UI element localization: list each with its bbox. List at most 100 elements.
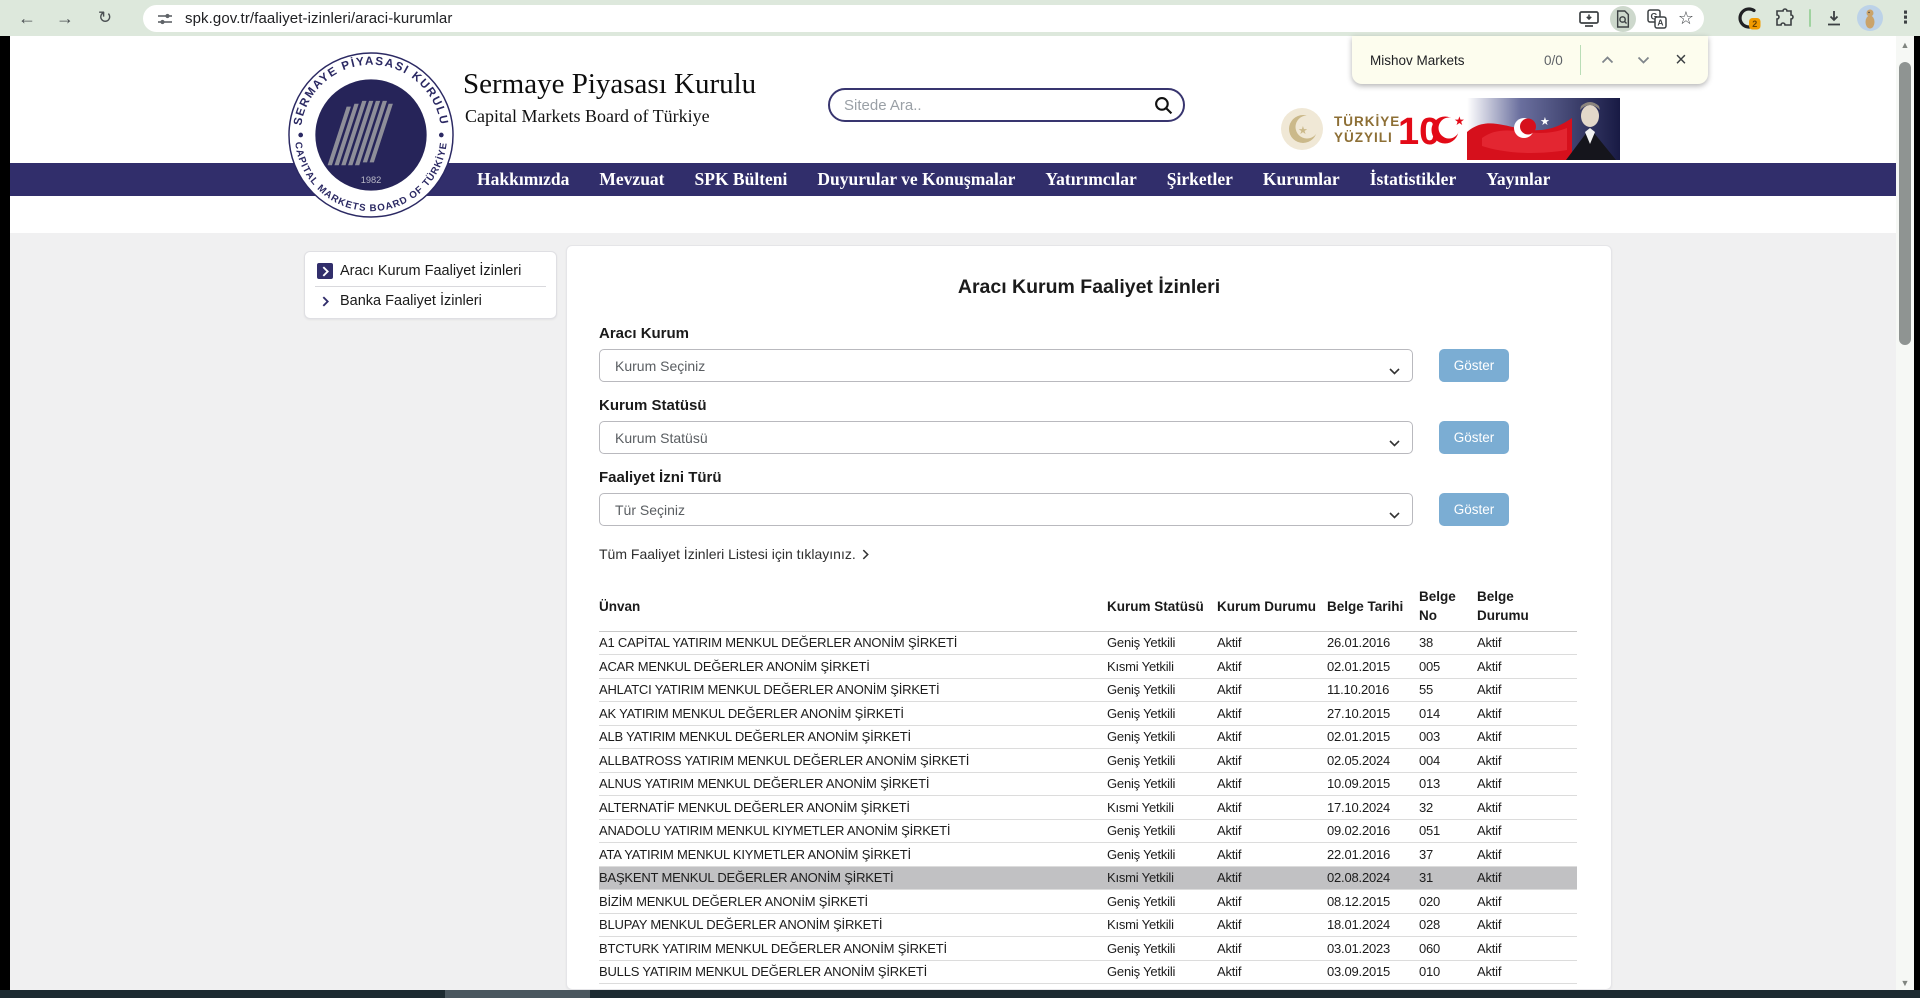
site-search-input[interactable]	[844, 97, 1134, 114]
table-cell: Aktif	[1217, 655, 1327, 679]
screen-edge-left	[0, 36, 10, 998]
find-in-page-icon[interactable]	[1610, 6, 1636, 32]
table-row[interactable]: BTCTURK YATIRIM MENKUL DEĞERLER ANONİM Ş…	[599, 937, 1577, 961]
nav-item[interactable]: Şirketler	[1167, 169, 1233, 190]
nav-item[interactable]: Yatırımcılar	[1045, 169, 1136, 190]
back-icon[interactable]: ←	[12, 0, 42, 36]
forward-icon[interactable]: →	[50, 0, 80, 36]
sidebar-item-banka[interactable]: Banka Faaliyet İzinleri	[315, 287, 546, 316]
centenary-banner: ★ ★ TÜRKİYE YÜZYILI 10 ★	[1272, 98, 1620, 160]
goster-button-3[interactable]: Göster	[1439, 493, 1509, 526]
table-row[interactable]: ANADOLU YATIRIM MENKUL KIYMETLER ANONİM …	[599, 819, 1577, 843]
table-row[interactable]: ALTERNATİF MENKUL DEĞERLER ANONİM ŞİRKET…	[599, 796, 1577, 820]
svg-text:★: ★	[1298, 125, 1308, 137]
nav-item[interactable]: İstatistikler	[1370, 169, 1457, 190]
site-subtitle: Capital Markets Board of Türkiye	[465, 106, 710, 127]
faaliyet-izni-turu-select[interactable]: Tür Seçiniz	[599, 493, 1413, 526]
table-cell: 09.02.2016	[1327, 819, 1419, 843]
address-bar[interactable]: spk.gov.tr/faaliyet-izinleri/araci-kurum…	[143, 5, 1704, 32]
find-input[interactable]: Mishov Markets	[1370, 53, 1465, 68]
nav-item[interactable]: Duyurular ve Konuşmalar	[817, 169, 1015, 190]
column-header: Belge Durumu	[1477, 584, 1577, 631]
vertical-scrollbar[interactable]: ▲ ▼	[1896, 36, 1914, 990]
url-text[interactable]: spk.gov.tr/faaliyet-izinleri/araci-kurum…	[185, 10, 452, 27]
table-cell: 31	[1419, 866, 1477, 890]
menu-dots-icon[interactable]: ⋮	[1897, 8, 1914, 28]
reload-icon[interactable]: ↻	[90, 0, 120, 36]
extensions-puzzle-icon[interactable]	[1775, 8, 1795, 28]
profile-avatar[interactable]	[1857, 5, 1883, 31]
table-cell: BAŞKENT MENKUL DEĞERLER ANONİM ŞİRKETİ	[599, 866, 1107, 890]
table-cell: Geniş Yetkili	[1107, 843, 1217, 867]
nav-item[interactable]: Kurumlar	[1263, 169, 1340, 190]
table-cell: Aktif	[1477, 843, 1577, 867]
site-search-box[interactable]	[828, 88, 1185, 122]
nav-item[interactable]: Hakkımızda	[477, 169, 569, 190]
table-cell: Aktif	[1217, 631, 1327, 655]
find-previous-icon[interactable]	[1594, 47, 1620, 73]
table-cell: Aktif	[1217, 843, 1327, 867]
table-row[interactable]: AK YATIRIM MENKUL DEĞERLER ANONİM ŞİRKET…	[599, 702, 1577, 726]
table-cell: 37	[1419, 843, 1477, 867]
nav-item[interactable]: SPK Bülteni	[695, 169, 788, 190]
sidebar-item-araci-kurum[interactable]: Aracı Kurum Faaliyet İzinleri	[315, 257, 546, 287]
table-row[interactable]: ALLBATROSS YATIRIM MENKUL DEĞERLER ANONİ…	[599, 749, 1577, 773]
table-cell: AHLATCI YATIRIM MENKUL DEĞERLER ANONİM Ş…	[599, 678, 1107, 702]
table-cell: Aktif	[1477, 913, 1577, 937]
table-cell: 014	[1419, 702, 1477, 726]
table-row[interactable]: BLUPAY MENKUL DEĞERLER ANONİM ŞİRKETİKıs…	[599, 913, 1577, 937]
table-cell: Aktif	[1477, 866, 1577, 890]
sidebar-item-label: Banka Faaliyet İzinleri	[340, 293, 482, 309]
table-row[interactable]: BİZİM MENKUL DEĞERLER ANONİM ŞİRKETİGeni…	[599, 890, 1577, 914]
permits-table-body: A1 CAPİTAL YATIRIM MENKUL DEĞERLER ANONİ…	[599, 631, 1577, 984]
find-next-icon[interactable]	[1630, 47, 1656, 73]
table-cell: 02.01.2015	[1327, 725, 1419, 749]
main-panel: Aracı Kurum Faaliyet İzinleri Aracı Kuru…	[566, 245, 1612, 990]
table-cell: Kısmi Yetkili	[1107, 866, 1217, 890]
table-row[interactable]: ACAR MENKUL DEĞERLER ANONİM ŞİRKETİKısmi…	[599, 655, 1577, 679]
search-icon[interactable]	[1154, 96, 1173, 120]
table-cell: Aktif	[1217, 796, 1327, 820]
scrollbar-thumb[interactable]	[1899, 62, 1911, 345]
all-permits-link[interactable]: Tüm Faaliyet İzinleri Listesi için tıkla…	[599, 546, 869, 562]
kurum-statusu-select[interactable]: Kurum Statüsü	[599, 421, 1413, 454]
chevron-down-icon	[1389, 506, 1400, 524]
table-row[interactable]: A1 CAPİTAL YATIRIM MENKUL DEĞERLER ANONİ…	[599, 631, 1577, 655]
goster-button-1[interactable]: Göster	[1439, 349, 1509, 382]
chevron-right-icon	[317, 293, 333, 309]
table-row[interactable]: BULLS YATIRIM MENKUL DEĞERLER ANONİM ŞİR…	[599, 960, 1577, 984]
araci-kurum-select[interactable]: Kurum Seçiniz	[599, 349, 1413, 382]
nav-item[interactable]: Mevzuat	[599, 169, 664, 190]
table-cell: Kısmi Yetkili	[1107, 913, 1217, 937]
goster-button-2[interactable]: Göster	[1439, 421, 1509, 454]
install-icon[interactable]	[1579, 10, 1599, 28]
filter-label-kurum-statusu: Kurum Statüsü	[599, 397, 707, 414]
translate-icon[interactable]: GA	[1647, 9, 1667, 29]
nav-item[interactable]: Yayınlar	[1486, 169, 1550, 190]
svg-text:★: ★	[1540, 116, 1550, 128]
table-cell: BULLS YATIRIM MENKUL DEĞERLER ANONİM ŞİR…	[599, 960, 1107, 984]
find-close-icon[interactable]: ×	[1668, 47, 1694, 73]
table-cell: Kısmi Yetkili	[1107, 796, 1217, 820]
table-cell: Aktif	[1217, 772, 1327, 796]
table-row[interactable]: ATA YATIRIM MENKUL KIYMETLER ANONİM ŞİRK…	[599, 843, 1577, 867]
bookmark-star-icon[interactable]: ☆	[1678, 8, 1694, 29]
site-info-icon[interactable]	[157, 11, 173, 32]
downloads-icon[interactable]	[1825, 9, 1843, 27]
scrollbar-up-arrow[interactable]: ▲	[1896, 40, 1914, 50]
table-row[interactable]: BAŞKENT MENKUL DEĞERLER ANONİM ŞİRKETİKı…	[599, 866, 1577, 890]
table-row[interactable]: ALB YATIRIM MENKUL DEĞERLER ANONİM ŞİRKE…	[599, 725, 1577, 749]
table-cell: 020	[1419, 890, 1477, 914]
table-row[interactable]: ALNUS YATIRIM MENKUL DEĞERLER ANONİM ŞİR…	[599, 772, 1577, 796]
web-page: Sermaye Piyasası Kurulu Capital Markets …	[10, 36, 1896, 990]
svg-text:★: ★	[1454, 114, 1465, 128]
chevron-right-icon	[317, 263, 333, 279]
table-cell: 11.10.2016	[1327, 678, 1419, 702]
column-header: Ünvan	[599, 584, 1107, 631]
table-cell: Aktif	[1477, 960, 1577, 984]
extension-badge-icon[interactable]: 2	[1737, 6, 1761, 30]
table-cell: ALB YATIRIM MENKUL DEĞERLER ANONİM ŞİRKE…	[599, 725, 1107, 749]
table-row[interactable]: AHLATCI YATIRIM MENKUL DEĞERLER ANONİM Ş…	[599, 678, 1577, 702]
table-cell: 17.10.2024	[1327, 796, 1419, 820]
scrollbar-down-arrow[interactable]: ▼	[1896, 978, 1914, 988]
